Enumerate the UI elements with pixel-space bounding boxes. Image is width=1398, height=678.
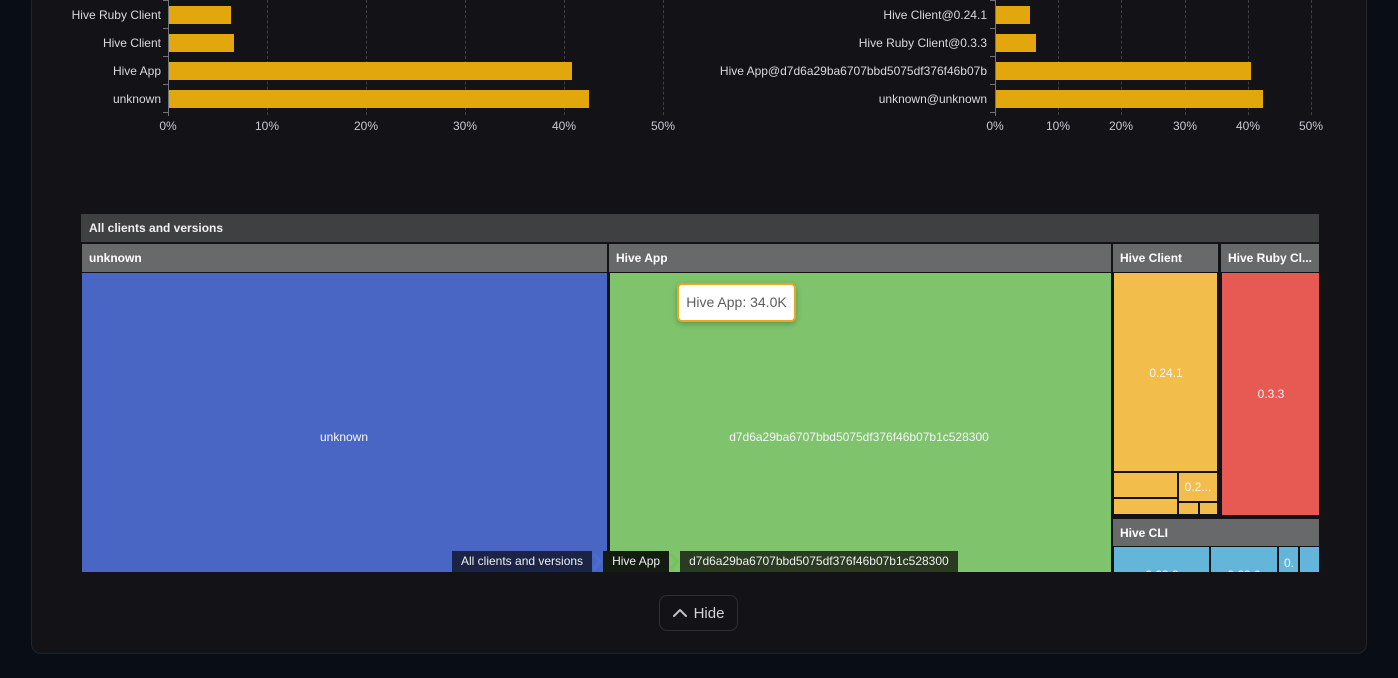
treemap-group-hive-ruby-client[interactable]: Hive Ruby Cl... — [1221, 244, 1319, 272]
category-label: Hive App@d7d6a29ba6707bbd5075df376f46b07… — [700, 63, 987, 79]
x-tick: 10% — [1036, 119, 1080, 133]
gridline — [1311, 0, 1312, 115]
chevron-up-icon — [673, 609, 687, 617]
x-tick: 50% — [1289, 119, 1333, 133]
breadcrumb-item-hash[interactable]: d7d6a29ba6707bbd5075df376f46b07b1c528300 — [680, 551, 958, 572]
treemap-node-label: d7d6a29ba6707bbd5075df376f46b07b1c528300 — [709, 429, 1009, 445]
dashboard-screen: Hive Ruby Client Hive Client Hive App un… — [0, 0, 1398, 678]
breadcrumb-item-hive-app[interactable]: Hive App — [603, 551, 669, 572]
treemap-node-label: 0. — [1278, 555, 1300, 571]
x-tick: 30% — [1163, 119, 1207, 133]
category-label: Hive Ruby Client@0.3.3 — [700, 35, 987, 51]
treemap-node-label: 0.24.1 — [1116, 365, 1216, 381]
chevron-right-icon — [592, 551, 603, 572]
x-tick: 20% — [1099, 119, 1143, 133]
treemap-tooltip: Hive App: 34.0K — [677, 283, 796, 322]
treemap-node-label: unknown — [284, 429, 404, 445]
treemap-node-version[interactable] — [1300, 547, 1319, 572]
treemap-node-label: 0.3.3 — [1221, 386, 1319, 402]
hide-button[interactable]: Hide — [659, 595, 738, 631]
treemap-group-hive-cli[interactable]: Hive CLI — [1113, 519, 1319, 546]
breadcrumb-item-root[interactable]: All clients and versions — [452, 551, 592, 572]
category-label: unknown@unknown — [700, 91, 987, 107]
treemap-node-label: 0.2... — [1177, 479, 1219, 495]
treemap-node-version[interactable] — [1114, 473, 1177, 497]
treemap-node-version[interactable] — [1114, 499, 1177, 514]
treemap-node-version[interactable] — [1179, 503, 1198, 514]
bar-hive-client-0-24-1[interactable] — [996, 6, 1030, 24]
treemap-node-label: 0.23.0 — [1204, 567, 1284, 572]
treemap-node-version[interactable] — [1200, 503, 1217, 514]
treemap-group-hive-client[interactable]: Hive Client — [1113, 244, 1218, 272]
treemap-all-clients-and-versions: All clients and versions unknown unknown… — [81, 214, 1319, 572]
bar-hive-ruby-client-0-3-3[interactable] — [996, 34, 1036, 52]
x-tick: 0% — [973, 119, 1017, 133]
treemap-node-unknown[interactable] — [82, 273, 607, 572]
treemap-group-hive-app[interactable]: Hive App — [609, 244, 1111, 272]
treemap-title[interactable]: All clients and versions — [81, 214, 1319, 242]
versions-bar-chart: Hive Client@0.24.1 Hive Ruby Client@0.3.… — [0, 0, 1398, 140]
treemap-node-label: 0.23.0 — [1122, 567, 1202, 572]
hide-button-label: Hide — [694, 605, 725, 622]
category-label: Hive Client@0.24.1 — [700, 7, 987, 23]
treemap-group-unknown[interactable]: unknown — [82, 244, 607, 272]
treemap-breadcrumb: All clients and versions Hive App d7d6a2… — [452, 551, 958, 572]
bar-unknown-unknown[interactable] — [996, 90, 1263, 108]
chevron-right-icon — [669, 551, 680, 572]
x-tick: 40% — [1226, 119, 1270, 133]
bar-hive-app-hash[interactable] — [996, 62, 1251, 80]
